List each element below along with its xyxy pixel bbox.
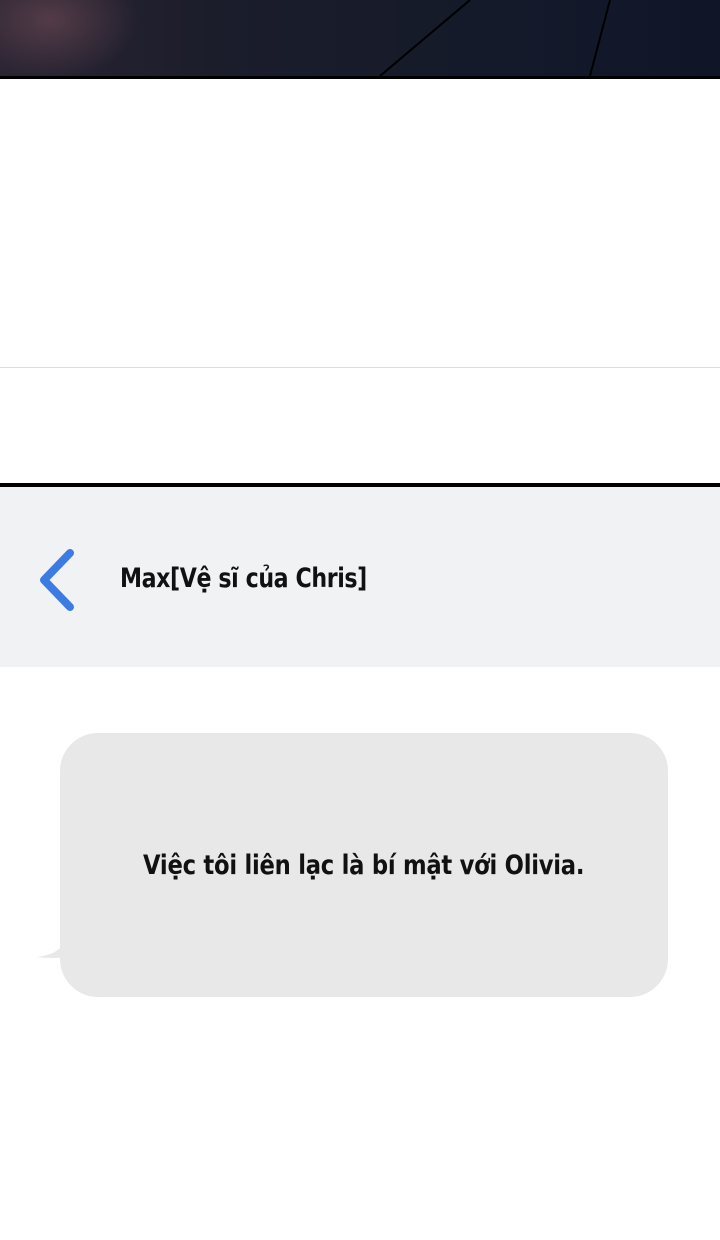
message-bubble: Việc tôi liên lạc là bí mật với Olivia.: [60, 733, 668, 997]
top-panel-artwork: [0, 0, 720, 79]
message-text: Việc tôi liên lạc là bí mật với Olivia.: [143, 849, 585, 881]
contact-name: Max[Vệ sĩ của Chris]: [120, 563, 367, 594]
chat-header: Max[Vệ sĩ của Chris]: [0, 487, 720, 667]
blank-gutter: [0, 79, 720, 368]
chat-body: Việc tôi liên lạc là bí mật với Olivia.: [0, 667, 720, 1079]
chevron-left-icon[interactable]: [32, 545, 82, 615]
panel-lines: [379, 0, 611, 76]
blank-gutter: [0, 368, 720, 483]
blank-gutter: [0, 1079, 720, 1240]
chat-panel: Max[Vệ sĩ của Chris] Việc tôi liên lạc l…: [0, 483, 720, 1083]
